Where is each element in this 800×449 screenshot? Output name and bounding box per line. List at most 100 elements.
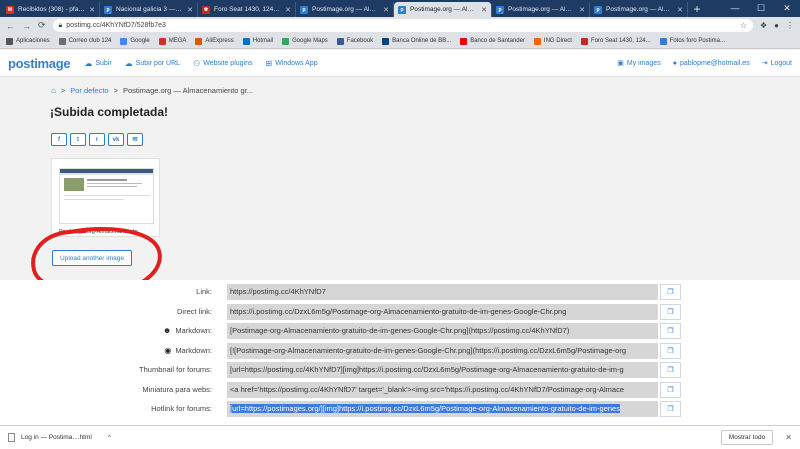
close-window-icon[interactable]: ✕	[774, 0, 800, 17]
postimage-icon: p	[300, 5, 308, 14]
link-row-label: Direct link:	[177, 307, 212, 316]
postimage-icon: p	[104, 5, 112, 14]
bookmark-item[interactable]: Aplicaciones	[6, 37, 50, 45]
browser-tab[interactable]: p Postimage.org — Alma... ✕	[394, 2, 492, 17]
link-value-field[interactable]: https://postimg.cc/4KhYNfD7	[227, 284, 658, 300]
postimage-logo[interactable]: postimage	[8, 56, 71, 71]
bookmark-item[interactable]: Correo club 124	[58, 37, 111, 45]
bookmark-favicon-icon	[382, 37, 390, 45]
tab-close-icon[interactable]: ✕	[285, 6, 291, 14]
gmail-icon: M	[6, 5, 14, 14]
browser-tab-strip: M Recibidos (308) - pfafu... ✕ p Naciona…	[0, 0, 800, 17]
link-label-text: Direct link:	[176, 306, 212, 316]
nav-website-plugins[interactable]: ⚇ Website plugins	[193, 59, 252, 68]
tab-close-icon[interactable]: ✕	[579, 6, 585, 14]
copy-icon[interactable]: ❐	[660, 362, 681, 378]
bookmark-item[interactable]: Foro Seat 1430, 124...	[580, 37, 651, 45]
breadcrumb-default[interactable]: Por defecto	[70, 86, 108, 95]
minimize-icon[interactable]: —	[722, 0, 748, 17]
copy-icon[interactable]: ❐	[660, 401, 681, 417]
copy-icon[interactable]: ❐	[660, 381, 681, 398]
browser-tab[interactable]: M Recibidos (308) - pfafu... ✕	[2, 2, 100, 17]
url-field[interactable]: 🔒︎ postimg.cc/4KhYNfD7/528fb7e3 ☆	[52, 19, 753, 32]
bookmark-label: Hotmail	[252, 38, 274, 44]
site-header: postimage ☁ Subir ☁ Subir por URL ⚇ Website…	[0, 50, 800, 77]
link-value-field[interactable]: https://i.postimg.cc/DzxL6m5g/Postimage-…	[227, 303, 658, 320]
bookmark-item[interactable]: Google	[120, 37, 150, 45]
profile-avatar-icon[interactable]: ●	[774, 21, 779, 30]
browser-tab[interactable]: p Postimage.org — Almac... ✕	[296, 2, 394, 17]
image-thumbnail-card[interactable]: Postimage-org-Almacenamiento	[51, 158, 160, 237]
uploaded-image-thumbnail[interactable]	[59, 168, 154, 224]
tab-close-icon[interactable]: ✕	[481, 6, 487, 14]
bookmark-item[interactable]: AliExpress	[195, 37, 234, 45]
bookmark-star-icon[interactable]: ☆	[740, 21, 747, 30]
menu-icon[interactable]: ⋮	[786, 21, 794, 30]
logout-link[interactable]: ⇥ Logout	[762, 59, 792, 68]
bookmark-favicon-icon	[460, 37, 468, 45]
bookmark-favicon-icon	[242, 37, 250, 45]
link-value-field[interactable]: [![Postimage-org-Almacenamiento-gratuito…	[227, 342, 658, 359]
tab-close-icon[interactable]: ✕	[187, 6, 193, 14]
reload-icon[interactable]: ⟳	[38, 20, 46, 31]
upload-result-section: ⌂ > Por defecto > Postimage.org — Almace…	[0, 78, 800, 295]
bookmark-favicon-icon	[158, 37, 166, 45]
extension-icon[interactable]: ❖	[760, 21, 767, 30]
nav-windows-app[interactable]: ⊞ Windows App	[266, 59, 318, 68]
link-value-text: [Postimage-org-Almacenamiento-gratuito-d…	[230, 326, 570, 335]
bookmark-item[interactable]: Google Maps	[282, 37, 328, 45]
tab-close-icon[interactable]: ✕	[677, 6, 683, 14]
bookmark-item[interactable]: ING Direct	[533, 37, 572, 45]
bookmark-item[interactable]: Banco de Santander	[460, 37, 525, 45]
bookmark-label: ING Direct	[543, 38, 572, 44]
copy-icon[interactable]: ❐	[660, 323, 681, 339]
download-item[interactable]: Log in — Postima....html ^	[8, 433, 111, 442]
my-images-link[interactable]: ▣ My images	[617, 59, 660, 68]
user-email: pablopme@hotmail.es	[679, 59, 750, 67]
home-icon[interactable]: ⌂	[51, 86, 56, 95]
facebook-icon[interactable]: f	[51, 133, 67, 146]
new-tab-icon[interactable]: +	[688, 2, 706, 17]
back-icon[interactable]: ←	[6, 21, 15, 31]
copy-icon[interactable]: ❐	[660, 284, 681, 300]
bookmark-label: Google Maps	[292, 38, 328, 44]
browser-tab[interactable]: p Nacional galicia 3 — Po... ✕	[100, 2, 198, 17]
vk-icon[interactable]: vk	[108, 133, 124, 146]
links-panel: Link: https://postimg.cc/4KhYNfD7 ❐ Direct …	[0, 280, 800, 425]
email-icon[interactable]: ✉	[127, 133, 143, 146]
link-value-text: https://postimg.cc/4KhYNfD7	[230, 287, 326, 296]
link-row: Link: https://postimg.cc/4KhYNfD7 ❐	[0, 284, 800, 300]
twitter-icon[interactable]: t	[70, 133, 86, 146]
close-shelf-icon[interactable]: ✕	[785, 433, 792, 442]
browser-tab[interactable]: ✱ Foro Seat 1430, 124, 124... ✕	[198, 2, 296, 17]
maximize-icon[interactable]: ☐	[748, 0, 774, 17]
forward-icon[interactable]: →	[22, 21, 31, 31]
bookmark-item[interactable]: Hotmail	[242, 37, 274, 45]
github-icon: ◉	[164, 345, 172, 355]
link-value-field[interactable]: [Postimage-org-Almacenamiento-gratuito-d…	[227, 323, 658, 339]
bookmark-item[interactable]: MEGA	[158, 37, 186, 45]
tab-close-icon[interactable]: ✕	[89, 6, 95, 14]
nav-upload[interactable]: ☁ Subir	[84, 59, 111, 68]
bookmark-item[interactable]: Banca Online de BB...	[382, 37, 451, 45]
chevron-up-icon[interactable]: ^	[108, 434, 111, 441]
breadcrumb: ⌂ > Por defecto > Postimage.org — Almace…	[51, 86, 253, 95]
bookmark-item[interactable]: Fotos foro Postima...	[659, 37, 725, 45]
reddit-icon[interactable]: r	[89, 133, 105, 146]
link-value-field[interactable]: [url=https://postimages.org/][img]https:…	[227, 401, 658, 417]
link-value-field[interactable]: [url=https://postimg.cc/4KhYNfD7][img]ht…	[227, 362, 658, 378]
browser-tab[interactable]: p Postimage.org — Almac... ✕	[492, 2, 590, 17]
nav-upload-url[interactable]: ☁ Subir por URL	[125, 59, 180, 68]
show-all-downloads-button[interactable]: Mostrar todo	[720, 430, 774, 445]
breadcrumb-current: Postimage.org — Almacenamiento gr...	[122, 86, 254, 95]
user-account-link[interactable]: ● pablopme@hotmail.es	[673, 59, 750, 67]
link-value-field[interactable]: <a href='https://postimg.cc/4KhYNfD7' ta…	[227, 381, 658, 398]
tab-close-icon[interactable]: ✕	[383, 6, 389, 14]
browser-tab[interactable]: p Postimage.org — Almac... ✕	[590, 2, 688, 17]
copy-icon[interactable]: ❐	[660, 303, 681, 320]
link-label-text: Markdown:	[175, 326, 212, 335]
postimage-icon: p	[496, 5, 504, 14]
copy-icon[interactable]: ❐	[660, 342, 681, 359]
bookmark-item[interactable]: Facebook	[336, 37, 373, 45]
upload-another-button[interactable]: Upload another image	[52, 250, 132, 266]
